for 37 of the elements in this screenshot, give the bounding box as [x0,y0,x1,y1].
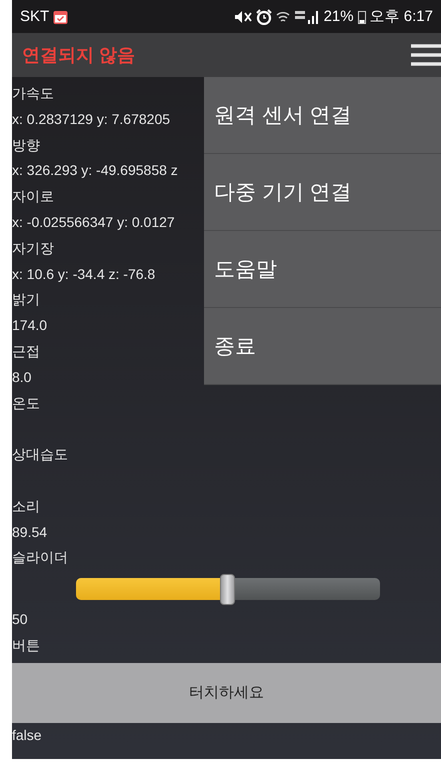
sensor-label: 소리 [12,496,40,516]
menu-item[interactable]: 종료 [204,308,441,385]
sensor-reading: x: 0.2837129 y: 7.678205 [12,110,170,129]
sensor-reading: x: -0.025566347 y: 0.0127 [12,212,175,232]
touch-button[interactable]: 터치하세요 [12,662,441,723]
sensor-label: 자이로 [12,187,54,206]
sensor-label: 방향 [12,136,40,155]
menu-item[interactable]: 원격 센서 연결 [204,77,441,154]
button-state: false [12,726,42,745]
slider-thumb[interactable] [220,574,235,606]
battery-icon [358,10,366,24]
alarm-icon [256,8,272,24]
calendar-icon [53,10,68,24]
menu-item[interactable]: 도움말 [204,231,441,308]
button-label: 버튼 [12,636,40,655]
sensor-reading: 174.0 [12,316,48,336]
sensor-label: 밝기 [12,290,40,310]
sensor-label: 자기장 [12,238,54,258]
sensor-reading: x: 10.6 y: -34.4 z: -76.8 [12,264,156,284]
sensor-reading: 89.54 [12,522,48,542]
mute-icon [234,10,252,24]
slider-label: 슬라이더 [12,548,68,568]
clock-time: 오후 6:17 [370,7,433,26]
menu-item[interactable]: 다중 기기 연결 [204,154,441,231]
sensor-label: 가속도 [12,84,54,103]
menu-icon[interactable] [411,44,441,66]
sensor-reading: x: 326.293 y: -49.695858 z [12,161,178,180]
signal-icon [294,10,320,24]
sensor-label: 온도 [12,394,40,413]
carrier-name: SKT [20,8,50,25]
sensor-reading: 8.0 [12,368,32,387]
sensor-label: 상대습도 [12,445,68,464]
sensor-label: 근접 [12,342,40,361]
battery-percent: 21% [324,8,354,25]
connection-status-title: 연결되지 않음 [22,44,136,67]
slider-value: 50 [12,610,28,630]
wifi-icon [276,10,290,24]
